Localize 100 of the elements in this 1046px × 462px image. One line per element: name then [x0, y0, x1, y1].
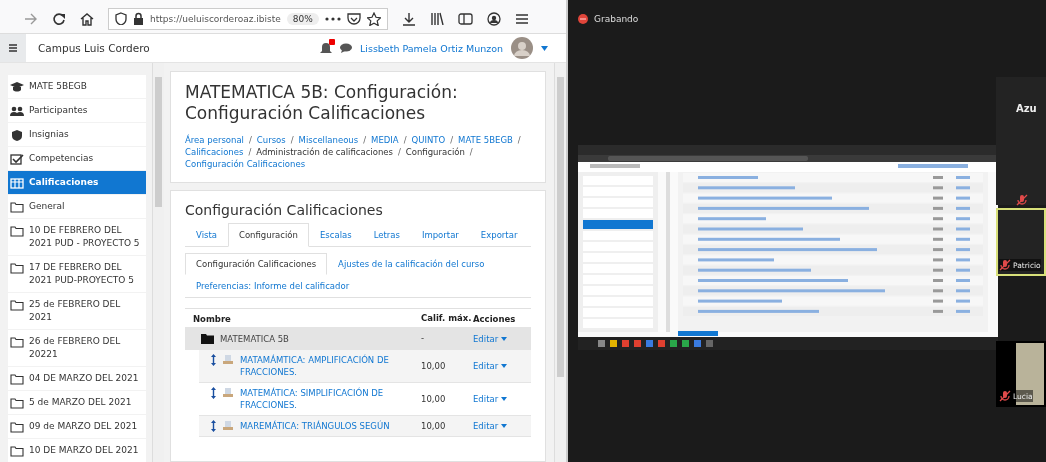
breadcrumb-link[interactable]: Calificaciones	[185, 146, 244, 158]
breadcrumb-link[interactable]: Área personal	[185, 134, 244, 146]
folder-icon	[10, 336, 24, 348]
breadcrumb-link[interactable]: QUINTO	[411, 134, 446, 146]
shield-icon	[115, 12, 127, 25]
breadcrumb-link[interactable]: Configuración Calificaciones	[185, 158, 306, 170]
grade-item-link[interactable]: MAREMÁTICA: TRIÁNGULOS SEGÚN	[240, 420, 390, 432]
tab[interactable]: Importar	[410, 223, 470, 247]
account-icon[interactable]	[486, 11, 501, 26]
reload-icon[interactable]	[52, 11, 66, 26]
star-icon[interactable]	[366, 11, 381, 26]
avatar-icon[interactable]	[511, 37, 533, 59]
sidebar-item[interactable]: Calificaciones	[8, 171, 146, 194]
chat-icon[interactable]	[340, 43, 352, 53]
breadcrumb-separator: /	[469, 146, 473, 158]
column-header: Nombre	[192, 314, 232, 324]
menu-toggle[interactable]	[0, 34, 26, 62]
folder-icon	[10, 225, 24, 237]
sidebar-item[interactable]: 10 DE FEBRERO DEL 2021 PUD - PROYECTO 5	[8, 219, 146, 255]
people-icon	[10, 105, 24, 117]
folder-icon	[10, 299, 24, 311]
forward-icon[interactable]	[24, 12, 38, 25]
home-icon[interactable]	[80, 11, 94, 26]
url-text: https://ueluiscorderoaz.ibiste	[150, 13, 281, 24]
caret-icon	[501, 364, 508, 368]
grade-item-link[interactable]: MATAMÁMTICA: AMPLIFICACIÓN DE FRACCIONES.	[240, 354, 421, 378]
category-name: MATEMATICA 5B	[220, 333, 289, 344]
sidebar-item[interactable]: 25 de FEBRERO DEL 2021	[8, 293, 146, 329]
address-bar[interactable]: https://ueluiscorderoaz.ibiste 80%	[108, 7, 388, 30]
tab[interactable]: Vista	[185, 223, 228, 247]
folder-icon	[201, 333, 214, 344]
shield-icon	[10, 129, 24, 141]
site-name[interactable]: Campus Luis Cordero	[38, 42, 150, 54]
grade-item-link[interactable]: MATEMÁTICA: SIMPLIFICACIÓN DE FRACCIONES.	[240, 387, 421, 411]
sidebar-item[interactable]: 10 DE MARZO DEL 2021	[8, 439, 146, 462]
sidebar-icon[interactable]	[457, 12, 473, 25]
checkbox-icon	[10, 153, 24, 165]
caret-icon	[501, 424, 508, 428]
download-icon[interactable]	[401, 11, 416, 26]
edit-menu[interactable]: Editar	[473, 361, 531, 371]
breadcrumb-separator: /	[397, 146, 401, 158]
edit-menu[interactable]: Editar	[473, 333, 531, 344]
sidebar-item[interactable]: 26 de FEBRERO DEL 20221	[8, 330, 146, 366]
sidebar-item[interactable]: Participantes	[8, 99, 146, 122]
folder-icon	[10, 445, 24, 457]
page-title: MATEMATICA 5B: Configuración: Configuración Calificaciones	[185, 82, 459, 124]
move-icon[interactable]	[211, 387, 216, 399]
sidebar-item[interactable]: General	[8, 195, 146, 218]
table-icon	[10, 177, 24, 189]
breadcrumb-link[interactable]: MATE 5BEGB	[458, 134, 513, 146]
breadcrumb-separator: /	[517, 134, 521, 146]
tab[interactable]: Exportar	[469, 223, 529, 247]
assignment-icon	[222, 354, 234, 365]
menu-icon[interactable]	[514, 12, 529, 25]
folder-icon	[10, 397, 24, 409]
caret-icon	[501, 336, 508, 341]
tab[interactable]: Preferencias: Informe del calificador	[185, 275, 361, 297]
sidebar-item[interactable]: Insignias	[8, 123, 146, 146]
sidebar-item[interactable]: 5 de MARZO DEL 2021	[8, 391, 146, 414]
folder-icon	[10, 262, 24, 274]
record-icon	[578, 14, 588, 24]
tab[interactable]: Configuración Calificaciones	[185, 253, 328, 275]
recording-label: Grabando	[594, 14, 639, 24]
tab[interactable]: Configuración	[227, 223, 309, 247]
menu-icon	[9, 44, 17, 52]
graduation-cap-icon	[10, 81, 24, 93]
more-icon[interactable]	[324, 16, 341, 21]
folder-icon	[10, 421, 24, 433]
breadcrumb-separator: /	[248, 146, 252, 158]
scrollbar[interactable]	[554, 63, 566, 462]
tab[interactable]: Ajustes de la calificación del curso	[327, 253, 496, 275]
breadcrumb-text: Configuración	[405, 146, 465, 158]
move-icon[interactable]	[211, 420, 216, 432]
user-name[interactable]: Lissbeth Pamela Ortiz Munzon	[360, 42, 503, 54]
move-icon[interactable]	[211, 354, 216, 366]
sidebar-item[interactable]: 09 de MARZO DEL 2021	[8, 415, 146, 438]
tab[interactable]: Escalas	[308, 223, 363, 247]
breadcrumb-link[interactable]: Miscellaneous	[298, 134, 359, 146]
bell-icon[interactable]	[320, 41, 332, 55]
tab[interactable]: Letras	[362, 223, 411, 247]
assignment-icon	[222, 420, 234, 431]
scrollbar[interactable]	[152, 63, 164, 462]
folder-icon	[10, 373, 24, 385]
breadcrumb-separator: /	[290, 134, 294, 146]
library-icon[interactable]	[429, 12, 444, 25]
sidebar-item[interactable]: Competencias	[8, 147, 146, 170]
caret-icon[interactable]	[541, 45, 548, 51]
breadcrumb-separator: /	[450, 134, 454, 146]
sidebar-item[interactable]: 17 DE FEBRERO DEL 2021 PUD-PROYECTO 5	[8, 256, 146, 292]
sidebar-item[interactable]: MATE 5BEGB	[8, 75, 146, 98]
sidebar-item[interactable]: 04 DE MARZO DEL 2021	[8, 367, 146, 390]
pocket-icon[interactable]	[346, 12, 361, 25]
section-title: Configuración Calificaciones	[185, 201, 384, 219]
edit-menu[interactable]: Editar	[473, 421, 531, 431]
breadcrumb-link[interactable]: MEDIA	[371, 134, 399, 146]
edit-menu[interactable]: Editar	[473, 394, 531, 404]
breadcrumb-link[interactable]: Cursos	[256, 134, 286, 146]
zoom-level[interactable]: 80%	[286, 12, 319, 25]
column-header: Calif. máx.	[421, 313, 473, 324]
column-header: Acciones	[473, 314, 517, 324]
